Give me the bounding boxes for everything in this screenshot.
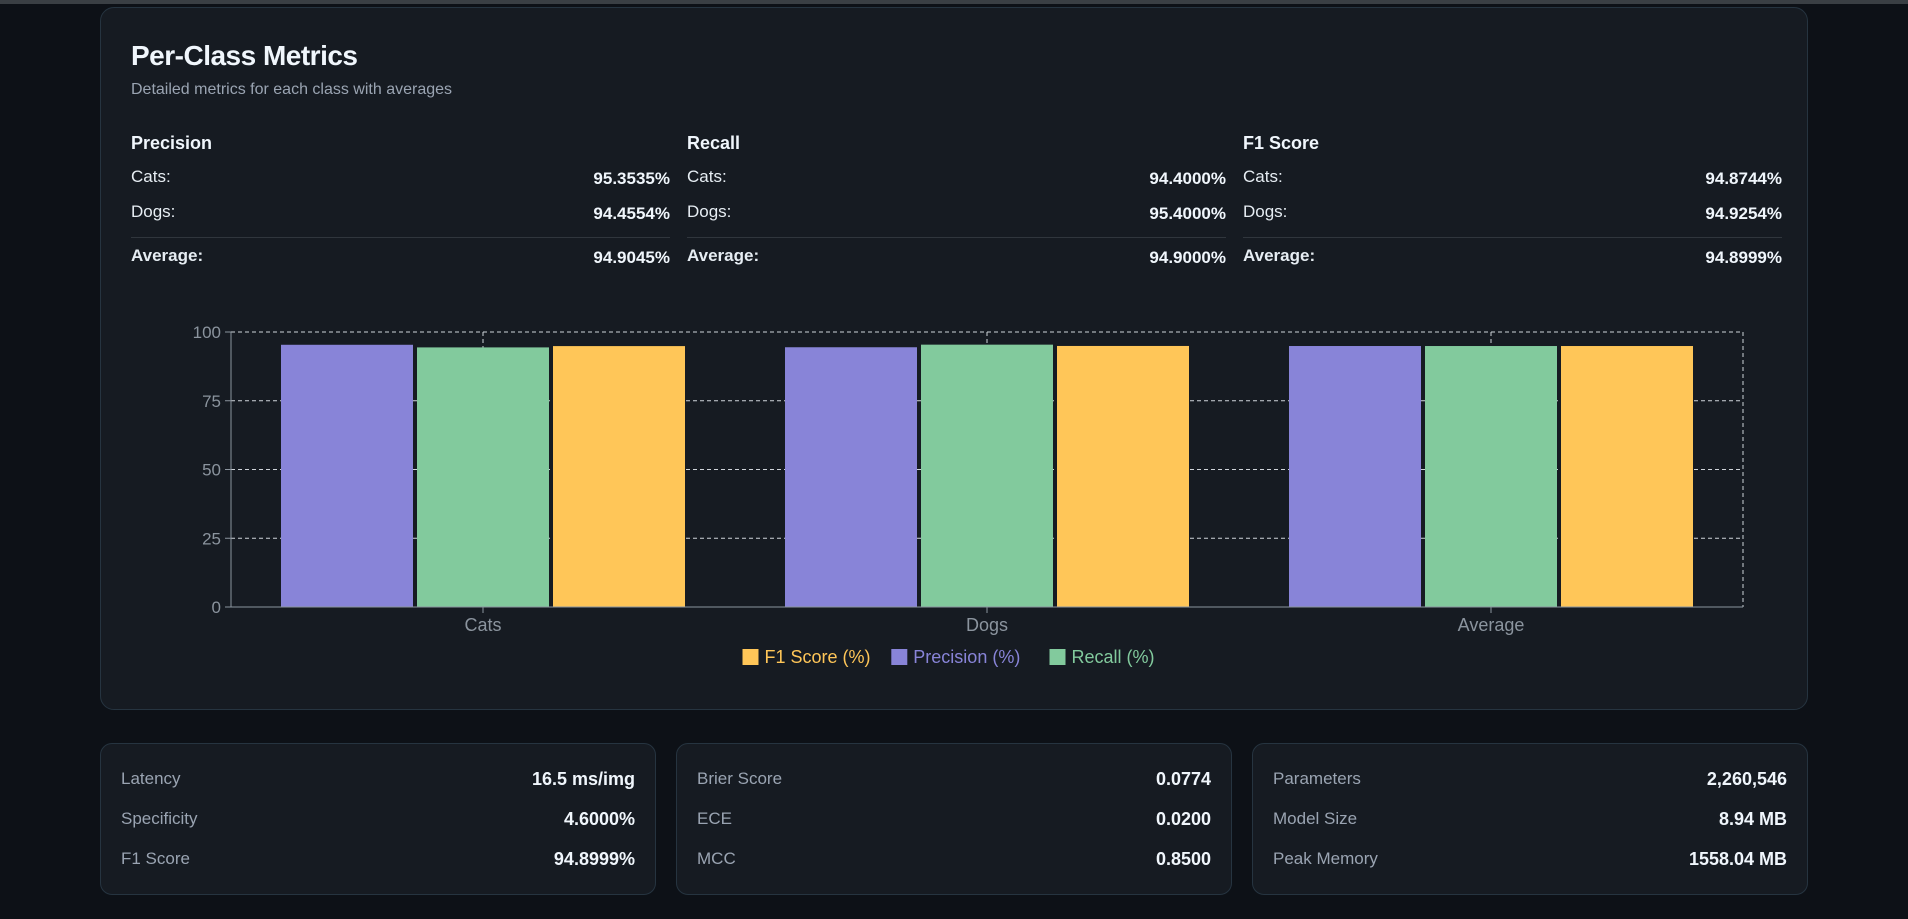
panel-label: Brier Score bbox=[697, 769, 783, 788]
panel-label: ECE bbox=[697, 809, 732, 828]
bar bbox=[1289, 346, 1421, 607]
performance-panel: Latency 16.5 ms/img Specificity 4.6000% F1… bbox=[100, 743, 656, 895]
window-top-border bbox=[0, 0, 1908, 4]
x-tick-label: Average bbox=[1458, 615, 1525, 635]
panel-row: Latency 16.5 ms/img bbox=[121, 769, 635, 790]
per-class-metrics-card: Per-Class Metrics Detailed metrics for e… bbox=[100, 7, 1808, 710]
panel-label: Model Size bbox=[1273, 809, 1358, 828]
bar bbox=[921, 344, 1053, 607]
panel-value: 94.8999% bbox=[553, 849, 635, 869]
panel-value: 8.94 MB bbox=[1718, 809, 1787, 829]
legend-swatch bbox=[742, 649, 759, 665]
y-tick-label: 75 bbox=[202, 392, 221, 411]
model-info-panel: Parameters 2,260,546 Model Size 8.94 MB Pe… bbox=[1252, 743, 1808, 895]
bar bbox=[785, 347, 917, 607]
panel-label: Peak Memory bbox=[1273, 849, 1378, 868]
panel-row: Parameters 2,260,546 bbox=[1273, 769, 1787, 790]
bar bbox=[1057, 345, 1189, 607]
x-tick-label: Dogs bbox=[966, 615, 1008, 635]
panel-value: 0.0774 bbox=[1155, 769, 1211, 789]
panel-label: Latency bbox=[121, 769, 181, 788]
legend-swatch bbox=[1049, 649, 1066, 665]
bar bbox=[553, 346, 685, 607]
legend-label: Recall (%) bbox=[1072, 647, 1155, 667]
bar bbox=[1425, 346, 1557, 607]
panel-value: 4.6000% bbox=[563, 809, 635, 829]
panel-value: 0.0200 bbox=[1155, 809, 1211, 829]
y-tick-label: 50 bbox=[202, 461, 221, 480]
panel-value: 16.5 ms/img bbox=[531, 769, 635, 789]
panel-row: Model Size 8.94 MB bbox=[1273, 809, 1787, 830]
panel-label: Parameters bbox=[1273, 769, 1361, 788]
panel-row: MCC 0.8500 bbox=[697, 849, 1211, 870]
panel-value: 0.8500 bbox=[1155, 849, 1211, 869]
panel-label: MCC bbox=[697, 849, 736, 868]
panel-value: 1558.04 MB bbox=[1688, 849, 1787, 869]
y-tick-label: 0 bbox=[212, 598, 221, 617]
panel-label: F1 Score bbox=[121, 849, 190, 868]
panel-row: Peak Memory 1558.04 MB bbox=[1273, 849, 1787, 870]
panel-value: 2,260,546 bbox=[1706, 769, 1787, 789]
panel-row: ECE 0.0200 bbox=[697, 809, 1211, 830]
legend-label: F1 Score (%) bbox=[765, 647, 871, 667]
x-tick-label: Cats bbox=[464, 615, 501, 635]
panel-row: F1 Score 94.8999% bbox=[121, 849, 635, 870]
calibration-panel: Brier Score 0.0774 ECE 0.0200 MCC 0.8500 bbox=[676, 743, 1232, 895]
bar bbox=[281, 344, 413, 607]
y-tick-label: 25 bbox=[202, 529, 221, 548]
panel-row: Brier Score 0.0774 bbox=[697, 769, 1211, 790]
panel-label: Specificity bbox=[121, 809, 198, 828]
panel-row: Specificity 4.6000% bbox=[121, 809, 635, 830]
legend-label: Precision (%) bbox=[913, 647, 1020, 667]
per-class-bar-chart: 0 25 50 75 100 Cats Dogs Average F1 Score (%) Pre… bbox=[193, 323, 1744, 667]
legend-swatch bbox=[891, 649, 908, 665]
bar bbox=[1561, 346, 1693, 607]
bar bbox=[417, 347, 549, 607]
y-tick-label: 100 bbox=[193, 323, 221, 342]
